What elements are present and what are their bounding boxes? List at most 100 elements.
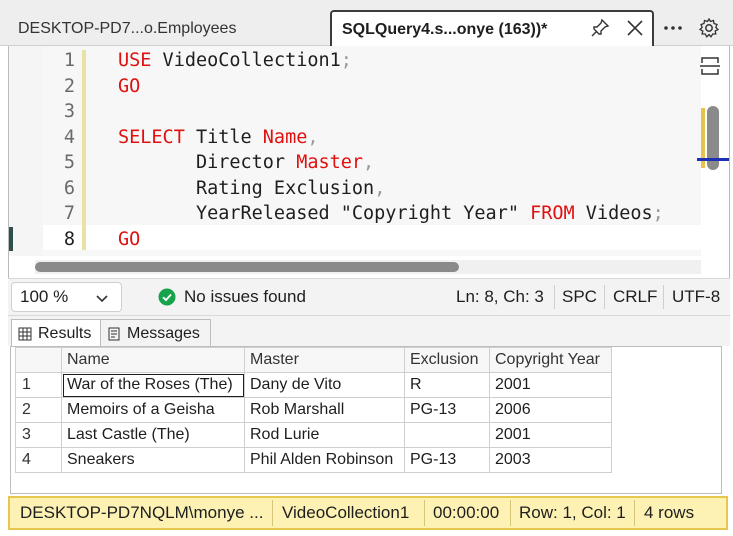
cell-copyright-year[interactable]: 2001	[489, 372, 612, 398]
zoom-value: 100 %	[20, 287, 69, 306]
cell-name[interactable]: Sneakers	[61, 447, 245, 473]
column-header-master[interactable]: Master	[244, 347, 405, 373]
code-line[interactable]: Rating Exclusion,	[118, 176, 385, 201]
status-divider	[634, 500, 635, 526]
horizontal-scroll-thumb[interactable]	[35, 262, 459, 272]
more-options-icon[interactable]	[662, 17, 684, 39]
horizontal-scrollbar[interactable]	[35, 260, 701, 274]
server-connection: DESKTOP-PD7NQLM\monye ...	[20, 503, 264, 522]
editor-gutter	[9, 46, 43, 256]
cell-name[interactable]: War of the Roses (The)	[61, 372, 245, 398]
line-number: 1	[63, 50, 75, 71]
code-token: VideoCollection1	[151, 50, 341, 71]
gear-icon[interactable]	[698, 17, 720, 39]
line-number: 4	[63, 126, 75, 148]
line-number: 3	[63, 101, 75, 122]
code-token: YearReleased "Copyright Year"	[118, 203, 531, 224]
current-line-marker	[9, 227, 13, 251]
issues-status[interactable]: No issues found	[184, 287, 306, 307]
messages-icon	[108, 327, 120, 340]
table-row[interactable]: 3 Last Castle (The) Rod Lurie 2001	[15, 422, 612, 448]
results-table: Name Master Exclusion Copyright Year 1 W…	[15, 347, 612, 473]
code-line[interactable]: Director Master,	[118, 150, 374, 175]
line-ending[interactable]: CRLF	[613, 287, 657, 307]
code-token: GO	[118, 75, 141, 97]
row-number[interactable]: 2	[15, 397, 62, 423]
code-line[interactable]: SELECT Title Name,	[118, 125, 319, 150]
status-divider	[510, 500, 511, 526]
tab-messages[interactable]: Messages	[101, 319, 211, 347]
zoom-dropdown[interactable]: 100 %	[11, 282, 122, 312]
column-header-exclusion[interactable]: Exclusion	[404, 347, 490, 373]
cell-master[interactable]: Rob Marshall	[244, 397, 405, 423]
caret-position-marker	[697, 158, 729, 161]
cell-name[interactable]: Memoirs of a Geisha	[61, 397, 245, 423]
status-divider	[272, 500, 273, 526]
grid-header-row: Name Master Exclusion Copyright Year	[15, 347, 612, 373]
row-number-header[interactable]	[15, 347, 62, 373]
encoding[interactable]: UTF-8	[672, 287, 720, 307]
cell-exclusion[interactable]: PG-13	[404, 397, 490, 423]
code-line[interactable]: GO	[118, 227, 140, 252]
code-line[interactable]: USE VideoCollection1;	[118, 48, 352, 73]
database-name: VideoCollection1	[282, 503, 410, 522]
vertical-scrollbar[interactable]	[697, 56, 731, 256]
code-token: Title	[184, 126, 263, 148]
column-header-name[interactable]: Name	[61, 347, 245, 373]
tab-messages-label: Messages	[127, 324, 200, 342]
tab-sqlquery4[interactable]: SQLQuery4.s...onye (163))*	[330, 10, 654, 47]
cell-exclusion[interactable]: R	[404, 372, 490, 398]
code-token: FROM	[530, 203, 575, 224]
table-row[interactable]: 2 Memoirs of a Geisha Rob Marshall PG-13…	[15, 397, 612, 423]
grid-icon	[18, 327, 32, 340]
row-number[interactable]: 3	[15, 422, 62, 448]
change-tracking-bar	[82, 50, 86, 225]
query-status-bar: DESKTOP-PD7NQLM\monye ... VideoCollectio…	[8, 496, 728, 530]
cell-exclusion[interactable]	[404, 422, 490, 448]
row-number[interactable]: 4	[15, 447, 62, 473]
code-token: GO	[118, 228, 141, 250]
line-number: 8	[63, 228, 75, 250]
cell-master[interactable]: Phil Alden Robinson	[244, 447, 405, 473]
code-token: Rating Exclusion	[118, 177, 375, 199]
query-editor[interactable]: 1 USE VideoCollection1; 2 GO 3 4 SELECT Title …	[8, 46, 730, 278]
code-token: Name	[262, 126, 308, 148]
code-token: USE	[118, 50, 152, 71]
cell-copyright-year[interactable]: 2001	[489, 422, 612, 448]
close-icon[interactable]	[625, 18, 645, 38]
code-token: ;	[340, 50, 352, 71]
tab-employees-label: DESKTOP-PD7...o.Employees	[18, 19, 237, 37]
code-token: SELECT	[118, 126, 185, 148]
code-token: Videos	[574, 203, 653, 224]
column-header-copyright-year[interactable]: Copyright Year	[489, 347, 612, 373]
status-divider	[554, 285, 555, 309]
code-line[interactable]: GO	[118, 74, 140, 99]
code-token: Master	[296, 152, 364, 173]
code-token: ,	[374, 177, 386, 199]
code-token: ;	[652, 203, 664, 224]
pin-icon[interactable]	[590, 18, 610, 38]
line-number: 2	[63, 75, 75, 97]
tab-sqlquery4-label: SQLQuery4.s...onye (163))*	[342, 20, 548, 38]
code-token: ,	[363, 152, 375, 173]
cell-copyright-year[interactable]: 2006	[489, 397, 612, 423]
cursor-position[interactable]: Ln: 8, Ch: 3	[456, 287, 544, 307]
cell-exclusion[interactable]: PG-13	[404, 447, 490, 473]
table-row[interactable]: 1 War of the Roses (The) Dany de Vito R …	[15, 372, 612, 398]
whitespace-mode[interactable]: SPC	[562, 287, 597, 307]
code-line[interactable]: YearReleased "Copyright Year" FROM Video…	[118, 201, 664, 226]
cell-copyright-year[interactable]: 2003	[489, 447, 612, 473]
tab-employees[interactable]: DESKTOP-PD7...o.Employees	[6, 10, 328, 47]
code-token: Director	[118, 152, 297, 173]
grid-position: Row: 1, Col: 1	[519, 503, 626, 522]
elapsed-time: 00:00:00	[433, 503, 500, 522]
status-divider	[424, 500, 425, 526]
results-grid[interactable]: Name Master Exclusion Copyright Year 1 W…	[10, 346, 722, 494]
cell-name[interactable]: Last Castle (The)	[61, 422, 245, 448]
cell-master[interactable]: Dany de Vito	[244, 372, 405, 398]
status-divider	[604, 285, 605, 309]
tab-results[interactable]: Results	[11, 319, 101, 347]
cell-master[interactable]: Rod Lurie	[244, 422, 405, 448]
row-number[interactable]: 1	[15, 372, 62, 398]
table-row[interactable]: 4 Sneakers Phil Alden Robinson PG-13 200…	[15, 447, 612, 473]
